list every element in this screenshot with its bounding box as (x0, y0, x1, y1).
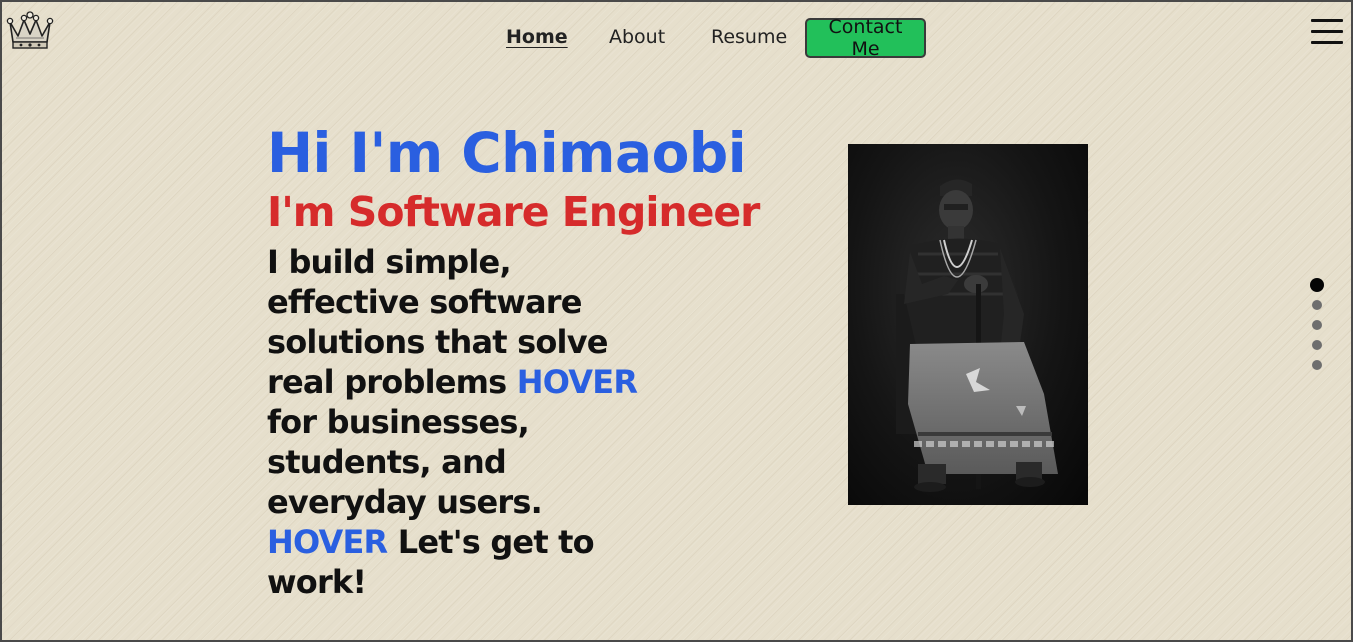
carousel-dot-2[interactable] (1312, 300, 1322, 310)
carousel-dot-5[interactable] (1312, 360, 1322, 370)
nav-about-link[interactable]: About (609, 26, 665, 48)
hero-desc-part2: for businesses, students, and everyday u… (267, 403, 543, 521)
contact-me-button[interactable]: Contact Me (805, 16, 926, 60)
main-nav: Home About Resume Contact Me (2, 16, 1351, 60)
hero-section: Hi I'm Chimaobi I'm Software Engineer I … (267, 120, 787, 602)
carousel-dot-1[interactable] (1310, 278, 1324, 292)
hero-role: I'm Software Engineer (267, 188, 760, 236)
hamburger-bar (1311, 19, 1343, 22)
hover-word-2[interactable]: HOVER (267, 523, 388, 561)
hover-word-1[interactable]: HOVER (517, 363, 638, 401)
carousel-dot-4[interactable] (1312, 340, 1322, 350)
profile-photo (848, 144, 1088, 505)
hero-description: I build simple, effective software solut… (267, 242, 657, 602)
nav-home-link[interactable]: Home (506, 26, 568, 48)
hamburger-menu-icon[interactable] (1311, 19, 1343, 45)
hamburger-bar (1311, 41, 1343, 44)
hamburger-bar (1311, 30, 1343, 33)
nav-resume-link[interactable]: Resume (711, 26, 787, 48)
hero-greeting: Hi I'm Chimaobi (267, 121, 747, 185)
carousel-dot-3[interactable] (1312, 320, 1322, 330)
